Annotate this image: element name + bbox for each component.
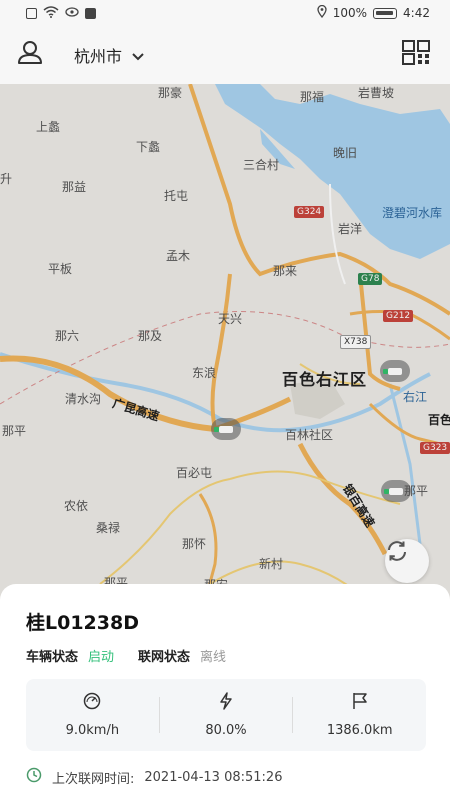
route-shield: G324	[294, 206, 325, 218]
vehicle-marker[interactable]	[211, 418, 241, 440]
place-label: 平板	[48, 262, 73, 276]
last-online-label: 上次联网时间:	[52, 771, 135, 787]
river-branch	[388, 383, 422, 545]
network-status-label: 联网状态	[138, 650, 191, 665]
place-label: 那六	[55, 329, 80, 343]
clock: 4:42	[403, 6, 430, 20]
last-online-row: 上次联网时间: 2021-04-13 08:51:26	[26, 767, 424, 787]
network-status-value: 离线	[200, 650, 227, 665]
qr-scan-icon[interactable]	[402, 40, 434, 70]
place-label: 农依	[64, 499, 89, 513]
location-icon	[317, 4, 327, 21]
mileage-stat: 1386.0km	[293, 692, 426, 738]
status-right: 100% 4:42	[317, 4, 430, 21]
highway-yinbai	[297, 442, 388, 556]
vehicle-info-panel: 桂L01238D 车辆状态 启动 联网状态 离线 9.0km/h 80.0% 1…	[0, 584, 450, 800]
battery-value: 80.0%	[205, 723, 247, 738]
user-icon[interactable]	[16, 39, 44, 71]
place-label: 百色	[428, 413, 450, 427]
place-label: 那怀	[182, 537, 207, 551]
place-label: 托屯	[164, 189, 189, 203]
clock-icon	[26, 767, 42, 787]
battery-icon	[373, 7, 398, 19]
place-label: 晚旧	[333, 146, 358, 160]
car-icon	[214, 425, 233, 433]
vehicle-status-label: 车辆状态	[26, 650, 79, 665]
place-label: 东浪	[192, 366, 217, 380]
speed-value: 9.0km/h	[65, 723, 120, 738]
sim-icon	[26, 7, 37, 19]
license-plate: 桂L01238D	[26, 612, 139, 634]
header: 杭州市	[0, 26, 450, 84]
place-label: 天兴	[218, 312, 243, 326]
place-label: 新村	[259, 557, 284, 571]
place-label: 那平	[2, 424, 27, 438]
city-name: 杭州市	[74, 47, 123, 66]
place-label: 那益	[62, 180, 87, 194]
speedometer-icon	[83, 692, 101, 714]
water-label: 澄碧河水库	[382, 206, 443, 220]
stats-card: 9.0km/h 80.0% 1386.0km	[26, 679, 426, 751]
mileage-value: 1386.0km	[326, 723, 393, 738]
status-left	[26, 5, 96, 21]
eye-icon	[65, 6, 79, 21]
flag-icon	[352, 692, 368, 714]
refresh-button[interactable]	[385, 539, 429, 583]
map-view[interactable]: 上蠡 下蠡 那豪 那福 岩曹坡 晚旧 三合村 托屯 那益 升 岩洋 澄碧河水库 …	[0, 84, 450, 644]
vehicle-status-value: 启动	[88, 650, 115, 665]
place-label: 桑禄	[96, 521, 121, 535]
status-bar: 100% 4:42	[0, 0, 450, 26]
place-label: 上蠡	[36, 120, 61, 134]
download-icon	[85, 7, 96, 19]
lightning-icon	[219, 692, 233, 714]
wifi-icon	[43, 5, 59, 21]
car-icon	[383, 367, 402, 375]
place-label: 孟木	[166, 249, 191, 263]
place-label: 那来	[273, 264, 298, 278]
route-shield: G212	[383, 310, 414, 322]
route-shield: G78	[358, 273, 383, 285]
highway-guangkun	[0, 355, 216, 432]
place-label: 岩洋	[338, 222, 363, 236]
place-label: 清水沟	[65, 392, 102, 406]
vehicle-marker[interactable]	[381, 480, 411, 502]
place-label: 下蠡	[136, 140, 161, 154]
road-minor-2	[229, 470, 401, 505]
place-label: 百林社区	[285, 428, 334, 442]
battery-percent: 100%	[332, 6, 368, 20]
speed-stat: 9.0km/h	[26, 692, 159, 738]
place-label: 那及	[138, 329, 163, 343]
city-selector[interactable]: 杭州市	[74, 43, 144, 67]
vehicle-marker[interactable]	[380, 360, 410, 382]
river-label: 右江	[403, 390, 428, 404]
road-tianxing	[210, 273, 232, 430]
route-shield: G323	[420, 442, 450, 454]
status-row: 车辆状态 启动 联网状态 离线	[26, 646, 424, 665]
place-label: 那豪	[158, 86, 183, 100]
route-shield: X738	[340, 335, 372, 349]
place-label: 三合村	[243, 158, 280, 172]
place-label: 升	[0, 172, 13, 186]
car-icon	[384, 487, 403, 495]
place-label: 岩曹坡	[358, 86, 395, 100]
chevron-down-icon	[132, 46, 144, 65]
place-label: 百必屯	[176, 466, 213, 480]
district-label: 百色右江区	[282, 370, 368, 389]
last-online-time: 2021-04-13 08:51:26	[144, 769, 283, 785]
place-label: 那福	[300, 90, 325, 104]
battery-stat: 80.0%	[160, 692, 293, 738]
